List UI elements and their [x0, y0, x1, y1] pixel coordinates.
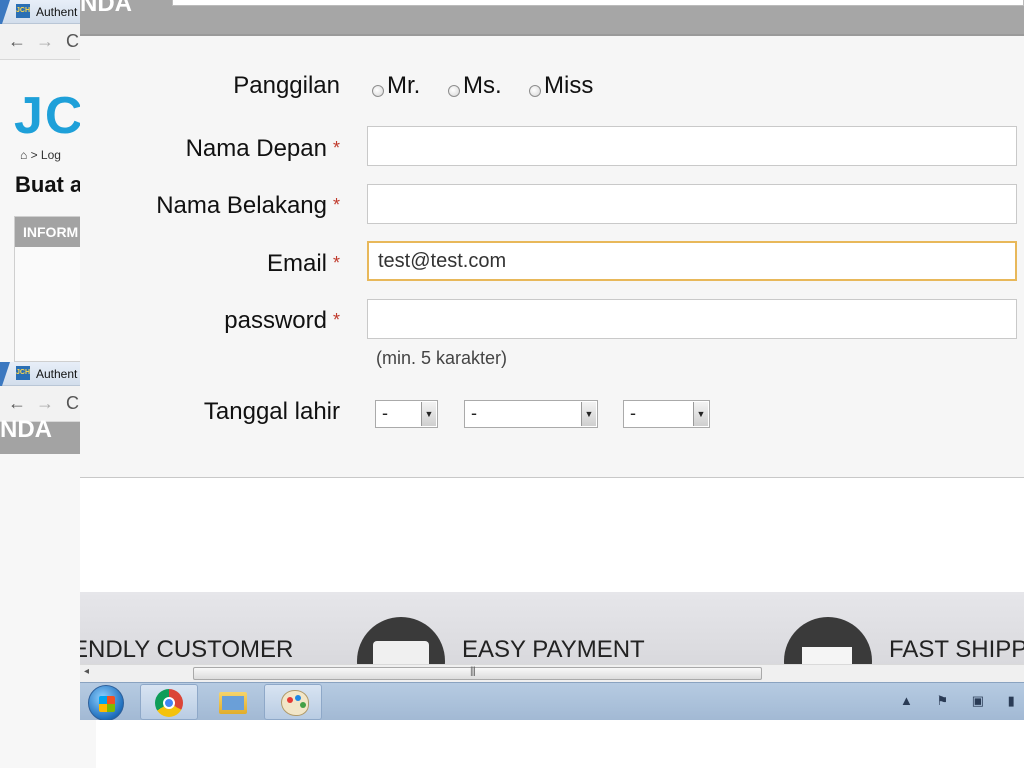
taskbar-explorer[interactable]: [202, 684, 260, 720]
grip-icon: |||: [470, 666, 476, 677]
chevron-down-icon[interactable]: ▼: [581, 402, 596, 426]
required-mark: *: [332, 138, 340, 158]
taskbar-paint[interactable]: [264, 684, 322, 720]
tab-edge-2: [0, 362, 10, 386]
title-label-text: Panggilan: [233, 72, 340, 99]
section-header-title: NDA: [80, 0, 132, 17]
back-arrow-icon[interactable]: ←: [8, 393, 26, 414]
required-mark: *: [332, 195, 340, 215]
site-logo[interactable]: JC: [14, 86, 84, 146]
password-label: password *: [224, 307, 340, 335]
favicon-icon: JCH: [16, 4, 30, 18]
address-bar[interactable]: [172, 0, 1024, 6]
required-mark: *: [332, 310, 340, 330]
section-bar-title: NDA: [0, 416, 52, 443]
scroll-left-arrow-icon[interactable]: ◂: [84, 666, 89, 677]
password-label-text: password: [224, 307, 327, 334]
required-mark: *: [332, 253, 340, 273]
windows-logo-icon: [99, 696, 115, 712]
page-heading: Buat a: [15, 172, 83, 197]
email-label: Email *: [267, 250, 340, 278]
first-name-field[interactable]: [367, 126, 1017, 166]
last-name-field[interactable]: [367, 184, 1017, 224]
birthdate-year-select[interactable]: - ▼: [623, 400, 710, 428]
birthdate-label: Tanggal lahir: [204, 398, 340, 426]
title-option-miss[interactable]: Miss: [529, 72, 593, 100]
taskbar: ▲ ⚑ ▣ ▮ ◀): [80, 682, 1024, 720]
start-button[interactable]: [88, 685, 124, 720]
feature-customer: ENDLY CUSTOMER: [80, 636, 294, 663]
birthdate-day-value: -: [382, 403, 388, 423]
chrome-icon: [155, 689, 183, 717]
payment-icon: [357, 617, 445, 664]
feature-strip: ENDLY CUSTOMER EASY PAYMENT FAST SHIPPI: [80, 592, 1024, 664]
title-option-mr[interactable]: Mr.: [372, 72, 420, 100]
chevron-down-icon[interactable]: ▼: [693, 402, 708, 426]
email-field[interactable]: test@test.com: [367, 241, 1017, 281]
shipping-icon: [784, 617, 872, 664]
birthdate-day-select[interactable]: - ▼: [375, 400, 438, 428]
back-arrow-icon[interactable]: ←: [8, 31, 26, 52]
system-tray[interactable]: ▲ ⚑ ▣ ▮ ◀): [900, 693, 1024, 709]
birthdate-label-text: Tanggal lahir: [203, 398, 340, 425]
radio-ms[interactable]: [448, 85, 460, 97]
title-label: Panggilan: [233, 72, 340, 100]
first-name-label-text: Nama Depan: [185, 135, 327, 162]
registration-panel: NDA Panggilan Mr. Ms. Miss Nama Depan * N…: [80, 0, 1024, 720]
password-field[interactable]: [367, 299, 1017, 339]
radio-mr[interactable]: [372, 85, 384, 97]
radio-miss-label[interactable]: Miss: [544, 72, 593, 100]
title-option-ms[interactable]: Ms.: [448, 72, 502, 100]
email-label-text: Email: [266, 250, 327, 277]
password-hint: (min. 5 karakter): [376, 348, 508, 368]
breadcrumb: ⌂ > Log: [20, 148, 61, 162]
last-name-label-text: Nama Belakang: [156, 192, 327, 219]
feature-shipping: FAST SHIPPI: [889, 636, 1024, 663]
taskbar-chrome[interactable]: [140, 684, 198, 720]
section-header-bar: NDA: [80, 0, 1024, 36]
radio-mr-label[interactable]: Mr.: [387, 72, 420, 100]
birthdate-month-value: -: [471, 403, 477, 423]
spacer: [80, 478, 1024, 592]
forward-arrow-icon[interactable]: →: [36, 393, 54, 414]
birthdate-month-select[interactable]: - ▼: [464, 400, 598, 428]
last-name-label: Nama Belakang *: [156, 192, 340, 220]
horizontal-scrollbar[interactable]: ◂ |||: [80, 664, 1024, 682]
chevron-down-icon[interactable]: ▼: [421, 402, 436, 426]
tab-title: Authent: [36, 5, 78, 19]
palette-icon: [281, 690, 309, 716]
breadcrumb-text[interactable]: > Log: [31, 148, 61, 162]
reload-icon[interactable]: C: [66, 31, 79, 52]
folder-icon: [219, 692, 247, 714]
tab-title-2: Authent: [36, 367, 78, 381]
home-icon[interactable]: ⌂: [20, 148, 27, 162]
truck-icon: [802, 647, 852, 664]
birthdate-year-value: -: [630, 403, 636, 423]
radio-ms-label[interactable]: Ms.: [463, 72, 502, 100]
feature-payment: EASY PAYMENT: [462, 636, 645, 663]
tab-edge: [0, 0, 10, 24]
favicon-icon: JCH: [16, 366, 30, 380]
radio-miss[interactable]: [529, 85, 541, 97]
payment-card-icon: [373, 641, 429, 664]
first-name-label: Nama Depan *: [186, 135, 340, 163]
reload-icon[interactable]: C: [66, 393, 79, 414]
forward-arrow-icon[interactable]: →: [36, 31, 54, 52]
scrollbar-thumb[interactable]: |||: [193, 666, 762, 680]
